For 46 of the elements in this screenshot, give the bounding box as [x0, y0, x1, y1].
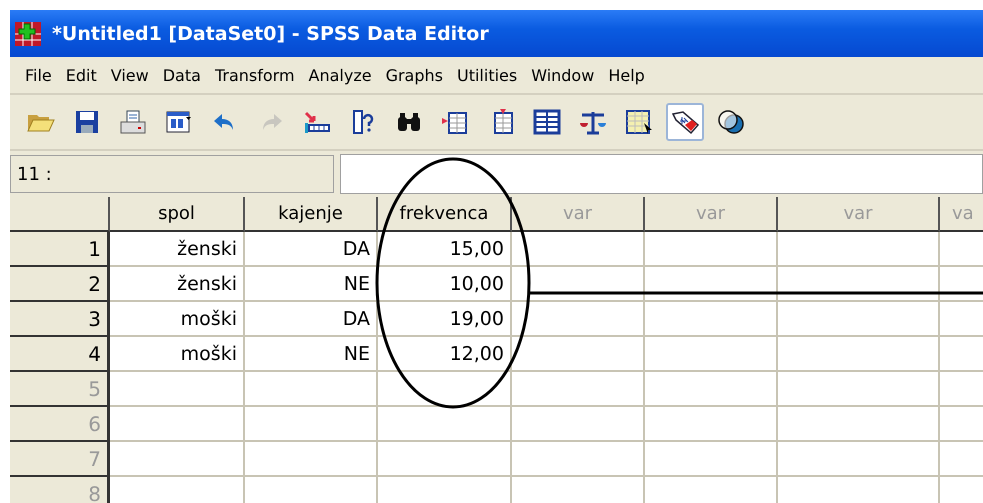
window-title: *Untitled1 [DataSet0] - SPSS Data Editor [52, 22, 489, 44]
menu-item[interactable]: Transform [208, 66, 302, 84]
menu-item[interactable]: Edit [58, 66, 104, 84]
menu-item[interactable]: Utilities [450, 66, 524, 84]
table-cell: 15,00 [378, 232, 512, 267]
select-cases-icon [625, 109, 653, 135]
tag-icon [670, 109, 700, 135]
overlapping-circles-icon [717, 109, 745, 135]
row-number[interactable]: 1 [10, 232, 110, 267]
table-cell: 19,00 [378, 302, 512, 337]
printer-icon [120, 110, 146, 134]
menu-item[interactable]: Data [156, 66, 208, 84]
menu-item[interactable]: Window [524, 66, 602, 84]
row-number[interactable]: 4 [10, 337, 110, 372]
row-number[interactable]: 3 [10, 302, 110, 337]
table-cell: 12,00 [378, 337, 512, 372]
menu-item[interactable]: Help [601, 66, 652, 84]
column-header[interactable]: kajenje [245, 197, 378, 232]
scales-icon [579, 109, 607, 135]
menu-item[interactable]: View [104, 66, 156, 84]
table-cell: 10,00 [378, 267, 512, 302]
table-cell: DA [245, 232, 378, 267]
table-cell: ženski [110, 267, 245, 302]
go-to-case-icon [304, 111, 330, 133]
menu-item[interactable]: File [18, 66, 59, 84]
table-cell: DA [245, 302, 378, 337]
menu-item[interactable]: Analyze [302, 66, 379, 84]
toolbar-button[interactable] [666, 103, 704, 141]
table-cell: moški [110, 337, 245, 372]
column-header[interactable]: frekvenca [378, 197, 512, 232]
row-number[interactable]: 2 [10, 267, 110, 302]
cell-reference: 11 : [10, 155, 334, 193]
split-file-icon [533, 109, 561, 135]
save-icon [75, 110, 99, 134]
menu-item[interactable]: Graphs [378, 66, 450, 84]
table-cell: moški [110, 302, 245, 337]
cell-value-field[interactable] [340, 154, 983, 194]
insert-cases-icon [442, 109, 468, 135]
table-cell: ženski [110, 232, 245, 267]
binoculars-icon [396, 111, 422, 133]
table-cell: NE [245, 337, 378, 372]
spss-app-icon [14, 20, 42, 46]
column-header[interactable]: spol [110, 197, 245, 232]
dialog-icon [166, 110, 192, 134]
table-cell: NE [245, 267, 378, 302]
variables-icon [352, 109, 374, 135]
